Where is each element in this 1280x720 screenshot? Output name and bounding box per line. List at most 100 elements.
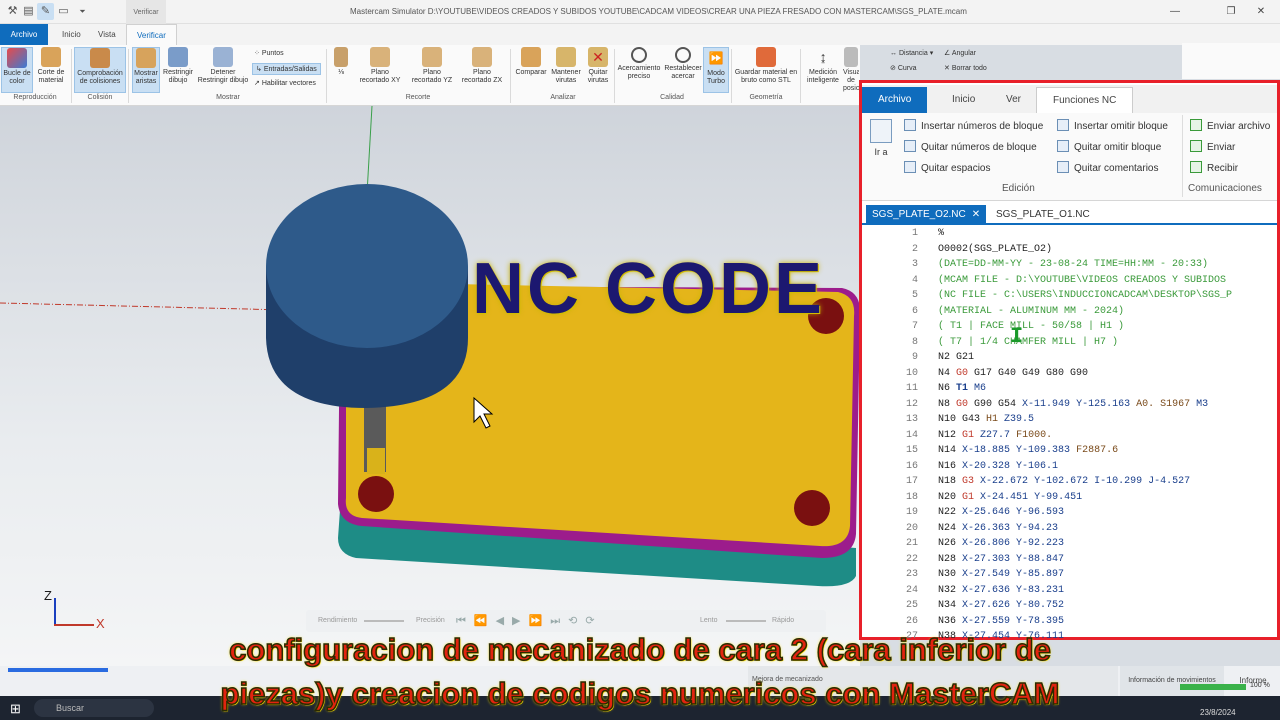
show-edges-button[interactable]: Mostrar aristas: [132, 47, 160, 93]
collision-icon: [90, 48, 110, 68]
nc-tab-ver[interactable]: Ver: [990, 87, 1037, 113]
smart-measure-button[interactable]: ↨ Medición inteligente: [804, 47, 842, 93]
code-line: N6 T1 M6: [938, 383, 987, 394]
stock-cut-button[interactable]: Corte de material: [34, 47, 68, 93]
entries-exits-toggle[interactable]: ↳ Entradas/Salidas: [252, 63, 321, 75]
group-geometria: Geometría: [749, 94, 783, 101]
compare-button[interactable]: Comparar: [514, 47, 548, 93]
reset-zoom-button[interactable]: Restablecer acercar: [664, 47, 702, 93]
line-number: 10: [905, 367, 918, 379]
clip-plane-yz-button[interactable]: Plano recortado YZ: [408, 47, 456, 93]
collision-check-button[interactable]: Comprobación de colisiones: [74, 47, 126, 93]
insert-block-numbers-button[interactable]: Insertar números de bloque: [904, 119, 1043, 132]
tool-holder-top: [266, 184, 468, 348]
angular-tool[interactable]: ∠ Angular: [944, 49, 976, 57]
line-number: 19: [905, 507, 918, 518]
clip-plane-xy-button[interactable]: Plano recortado XY: [356, 47, 404, 93]
remove-block-numbers-button[interactable]: Quitar números de bloque: [904, 140, 1037, 153]
insert-block-skip-button[interactable]: Insertar omitir bloque: [1057, 119, 1168, 132]
monitor-icon[interactable]: ▭: [55, 3, 72, 20]
compare-icon: [521, 47, 541, 67]
turbo-mode-button[interactable]: ⏩ Modo Turbo: [703, 47, 729, 93]
precise-zoom-button[interactable]: Acercamiento preciso: [616, 47, 662, 93]
keep-chips-button[interactable]: Mantener virutas: [550, 47, 582, 93]
position-icon: [844, 47, 858, 67]
hole-bottom-left: [358, 476, 394, 512]
tab-vista[interactable]: Vista: [88, 24, 126, 45]
curve-tool[interactable]: ⊘ Curva: [890, 64, 917, 72]
color-loop-button[interactable]: Bucle de color: [1, 47, 33, 93]
stl-icon: [756, 47, 776, 67]
color-loop-icon: [7, 48, 27, 68]
rate-slider[interactable]: [726, 620, 766, 622]
distance-tool[interactable]: ↔ Distancia ▾: [890, 49, 933, 57]
speed-slider[interactable]: [364, 620, 404, 622]
hole-bottom-right: [794, 490, 830, 526]
clip-plane-zx-button[interactable]: Plano recortado ZX: [458, 47, 506, 93]
close-tab-icon[interactable]: ✕: [972, 209, 980, 220]
minimize-button[interactable]: —: [1160, 2, 1190, 22]
line-number: 3: [911, 259, 918, 270]
nc-tab-inicio[interactable]: Inicio: [936, 87, 991, 113]
group-separator: [128, 49, 129, 103]
maximize-button[interactable]: ❐: [1216, 2, 1246, 22]
nc-tab-archivo[interactable]: Archivo: [862, 87, 928, 113]
code-line: (MATERIAL - ALUMINUM MM - 2024): [938, 305, 1125, 317]
line-number: 4: [911, 274, 918, 286]
tab-verificar[interactable]: Verificar: [126, 24, 177, 45]
nc-code-editor[interactable]: 1% 2 O0002(SGS_PLATE_O2) 3 (DATE=DD-MM-YY - …: [862, 226, 1277, 638]
tab-archivo[interactable]: Archivo: [0, 24, 48, 45]
code-line: ( T7 | 1/4 CHAMFER MILL | H7 ): [938, 336, 1119, 348]
app-logo-icon: ⚒: [7, 5, 18, 17]
goto-button[interactable]: Ir a: [868, 119, 894, 163]
send-button[interactable]: Enviar: [1190, 140, 1235, 153]
nc-tab-funciones-nc[interactable]: Funciones NC: [1036, 87, 1134, 113]
line-number: 16: [905, 460, 918, 472]
line-number: 6: [911, 305, 918, 317]
file-tab-o2[interactable]: SGS_PLATE_O2.NC ✕: [866, 205, 987, 225]
code-line: %: [938, 228, 945, 239]
restrict-drawing-button[interactable]: Restringir dibujo: [162, 47, 194, 93]
line-number: 11: [905, 383, 918, 394]
remove-comments-button[interactable]: Quitar comentarios: [1057, 161, 1158, 174]
z-axis-label: Z: [44, 588, 52, 603]
enable-vectors-toggle[interactable]: ↗ Habilitar vectores: [254, 79, 316, 87]
part-scene: [0, 106, 860, 587]
code-line: (NC FILE - C:\USERS\INDUCCIONCADCAM\DESK…: [938, 290, 1233, 301]
file-tab-o1[interactable]: SGS_PLATE_O1.NC: [990, 205, 1096, 225]
remove-spaces-button[interactable]: Quitar espacios: [904, 161, 990, 174]
3d-viewport[interactable]: NC CODE Z X: [0, 106, 860, 666]
keep-chips-icon: [556, 47, 576, 67]
clear-all-tool[interactable]: ✕ Borrar todo: [944, 64, 987, 72]
stop-restrict-button[interactable]: Detener Restringir dibujo: [196, 47, 250, 93]
line-number: 15: [905, 445, 918, 456]
position-display-button[interactable]: Visualización de posición: [843, 47, 859, 93]
remove-block-skip-button[interactable]: Quitar omitir bloque: [1057, 140, 1161, 153]
receive-button[interactable]: Recibir: [1190, 161, 1238, 174]
remove-skip-icon: [1057, 140, 1069, 152]
line-number: 7: [911, 321, 918, 332]
clip-plane-button[interactable]: ⅛: [330, 47, 352, 93]
send-icon: [1190, 140, 1202, 152]
playback-controls[interactable]: ⏮⏪◀▶⏩⏭⟲⟳: [456, 614, 603, 628]
code-line: N12 G1 Z27.7 F1000.: [938, 429, 1053, 441]
code-line: N24 X-26.363 Y-94.23: [938, 522, 1059, 534]
line-number: 8: [911, 336, 918, 348]
save-stock-stl-button[interactable]: Guardar material en bruto como STL: [734, 47, 798, 93]
close-button[interactable]: ✕: [1246, 2, 1276, 22]
playback-bar[interactable]: Rendimiento Precisión ⏮⏪◀▶⏩⏭⟲⟳ Lento Ráp…: [306, 610, 826, 632]
remove-chips-icon: ✕: [588, 47, 608, 67]
text-cursor-icon: I: [1010, 324, 1024, 349]
send-file-button[interactable]: Enviar archivo: [1190, 119, 1270, 132]
code-line: N20 G1 X-24.451 Y-99.451: [938, 491, 1083, 503]
group-separator: [71, 49, 72, 103]
save-icon[interactable]: ▤: [20, 3, 37, 20]
customize-icon[interactable]: ⏷: [74, 3, 91, 20]
group-reproduccion: Reproducción: [13, 94, 57, 101]
remove-chips-button[interactable]: ✕ Quitar virutas: [584, 47, 612, 93]
group-separator: [614, 49, 615, 103]
points-toggle[interactable]: ⁘ Puntos: [254, 49, 284, 57]
group-separator: [731, 49, 732, 103]
tab-inicio[interactable]: Inicio: [52, 24, 91, 45]
toolbar-icon[interactable]: ✎: [37, 3, 54, 20]
